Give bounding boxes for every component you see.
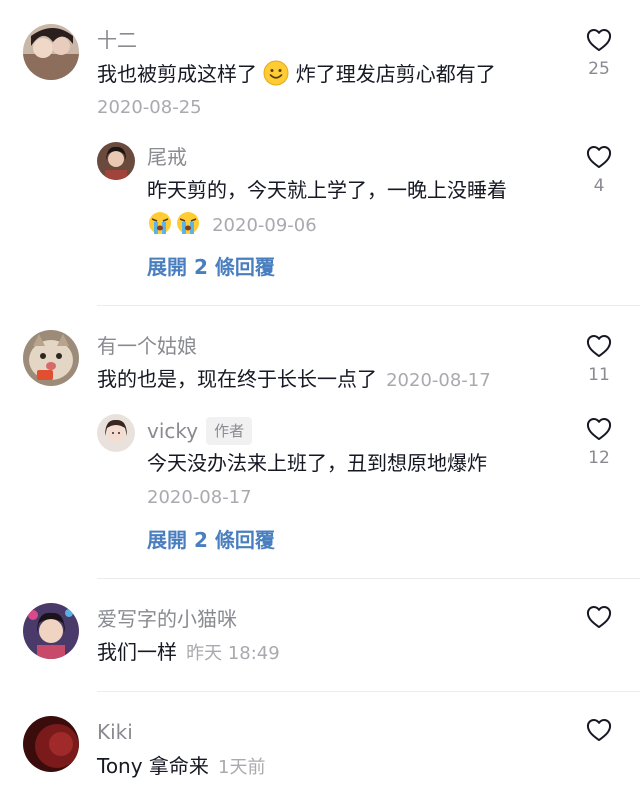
expand-replies-link[interactable]: 展開 2 條回覆 (147, 528, 275, 552)
author-badge: 作者 (206, 417, 253, 445)
like-count: 12 (588, 448, 610, 468)
like-button[interactable]: 25 (584, 26, 614, 79)
comment-date: 2020-08-17 (386, 370, 491, 391)
divider (97, 578, 640, 579)
like-button[interactable]: 4 (584, 143, 614, 196)
comment-username[interactable]: 十二 (97, 28, 137, 52)
comment-text: Tony 拿命来 (97, 754, 209, 778)
heart-icon (585, 716, 613, 744)
comment-text: 我的也是，现在终于长长一点了 (97, 367, 377, 391)
comment-username[interactable]: 有一个姑娘 (97, 334, 197, 358)
like-button[interactable] (584, 716, 614, 744)
heart-icon (585, 603, 613, 631)
comment-username[interactable]: Kiki (97, 720, 133, 744)
avatar[interactable] (23, 24, 79, 80)
heart-icon (585, 143, 613, 171)
avatar[interactable] (23, 716, 79, 772)
heart-icon (585, 415, 613, 443)
comment-text-part: 我也被剪成这样了 (97, 62, 257, 86)
reply-username: vicky 作者 (147, 417, 253, 445)
comment-date: 昨天 18:49 (186, 643, 280, 664)
expand-replies-link[interactable]: 展開 2 條回覆 (147, 255, 275, 279)
smile-emoji-icon (263, 60, 289, 92)
divider (97, 305, 640, 306)
comment-line: 我们一样 昨天 18:49 (97, 639, 280, 667)
comment-line: 我的也是，现在终于长长一点了 2020-08-17 (97, 366, 491, 394)
crying-emoji-icon (147, 210, 203, 245)
avatar[interactable] (97, 142, 135, 180)
like-count: 11 (588, 365, 610, 385)
like-button[interactable]: 12 (584, 415, 614, 468)
heart-icon (585, 26, 613, 54)
avatar[interactable] (23, 603, 79, 659)
comment-text-part: 炸了理发店剪心都有了 (295, 62, 496, 86)
avatar[interactable] (23, 330, 79, 386)
reply-username[interactable]: 尾戒 (147, 145, 187, 169)
like-button[interactable] (584, 603, 614, 631)
reply-username-text[interactable]: vicky (147, 419, 198, 443)
reply-text: 昨天剪的，今天就上学了，一晚上没睡着 (147, 178, 507, 202)
divider (97, 691, 640, 692)
like-count: 4 (593, 176, 605, 196)
like-button[interactable]: 11 (584, 332, 614, 385)
reply-date: 2020-08-17 (147, 487, 252, 508)
heart-icon (585, 332, 613, 360)
reply-date: 2020-09-06 (212, 215, 317, 236)
like-count: 25 (588, 59, 610, 79)
comment-text: 我们一样 (97, 640, 177, 664)
reply-text: 今天没办法来上班了，丑到想原地爆炸 (147, 451, 487, 475)
comment-username[interactable]: 爱写字的小猫咪 (97, 607, 237, 631)
comment-line: Tony 拿命来 1天前 (97, 753, 265, 781)
comment-date: 2020-08-25 (97, 97, 202, 118)
reply-meta-line: 2020-09-06 (147, 210, 317, 245)
comment-text: 我也被剪成这样了 炸了理发店剪心都有了 (97, 60, 496, 92)
comment-date: 1天前 (218, 757, 266, 778)
avatar[interactable] (97, 414, 135, 452)
